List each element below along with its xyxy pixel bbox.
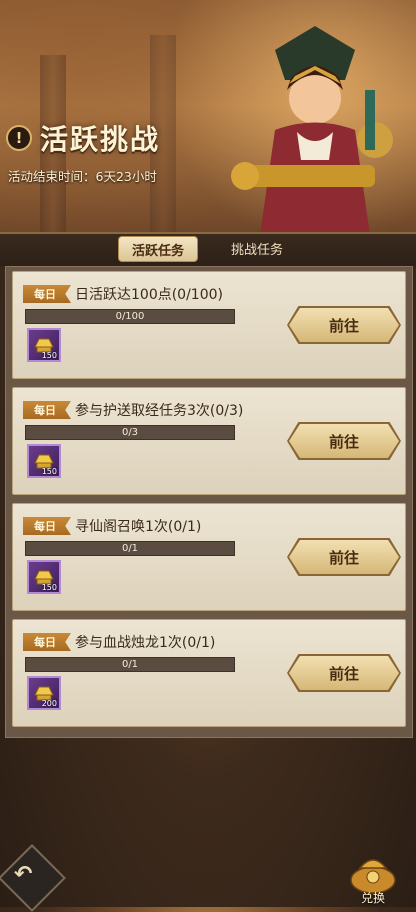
page-title: 活跃挑战 (40, 123, 161, 156)
reward-count: 150 (41, 583, 57, 592)
reward-count: 150 (41, 467, 57, 476)
daily-badge: 每日 (23, 633, 71, 651)
progress-bar: 0/1 (25, 657, 235, 672)
title-row: ! 活跃挑战 (6, 118, 160, 158)
daily-badge: 每日 (23, 285, 71, 303)
tab-active-tasks[interactable]: 活跃任务 (118, 236, 198, 262)
reward-count: 200 (41, 699, 57, 708)
reward-item[interactable]: 150 (27, 560, 61, 594)
reward-item[interactable]: 150 (27, 328, 61, 362)
task-card: 每日 参与护送取经任务3次(0/3) 0/3 150 前往 (12, 387, 406, 495)
daily-badge: 每日 (23, 517, 71, 535)
task-title: 参与血战烛龙1次(0/1) (75, 635, 216, 651)
progress-text: 0/100 (115, 311, 145, 322)
task-card: 每日 参与血战烛龙1次(0/1) 0/1 200 前往 (12, 619, 406, 727)
back-button[interactable] (0, 844, 66, 912)
reward-count: 150 (41, 351, 57, 360)
task-title: 日活跃达100点(0/100) (75, 287, 223, 303)
event-banner: ! 活跃挑战 活动结束时间：6天23小时 (0, 0, 416, 235)
task-card: 每日 日活跃达100点(0/100) 0/100 150 前往 (12, 271, 406, 379)
progress-bar: 0/100 (25, 309, 235, 324)
info-icon[interactable]: ! (6, 125, 32, 151)
money-bag-icon[interactable] (346, 850, 400, 894)
progress-bar: 0/1 (25, 541, 235, 556)
go-button[interactable]: 前往 (289, 308, 399, 342)
go-button[interactable]: 前往 (289, 424, 399, 458)
go-button[interactable]: 前往 (289, 540, 399, 574)
task-title: 参与护送取经任务3次(0/3) (75, 403, 244, 419)
tab-challenge-tasks[interactable]: 挑战任务 (218, 236, 296, 260)
task-title: 寻仙阁召唤1次(0/1) (75, 519, 202, 535)
task-card: 每日 寻仙阁召唤1次(0/1) 0/1 150 前往 (12, 503, 406, 611)
tab-bar (0, 232, 416, 266)
progress-text: 0/1 (121, 659, 139, 670)
daily-badge: 每日 (23, 401, 71, 419)
event-end-time: 活动结束时间：6天23小时 (8, 169, 157, 184)
go-button[interactable]: 前往 (289, 656, 399, 690)
reward-item[interactable]: 150 (27, 444, 61, 478)
reward-item[interactable]: 200 (27, 676, 61, 710)
back-arrow-icon: ↶ (14, 862, 33, 887)
progress-bar: 0/3 (25, 425, 235, 440)
exchange-button-label[interactable]: 兑换 (350, 889, 396, 906)
progress-text: 0/3 (121, 427, 139, 438)
progress-text: 0/1 (121, 543, 139, 554)
hero-character-illustration (231, 26, 393, 235)
